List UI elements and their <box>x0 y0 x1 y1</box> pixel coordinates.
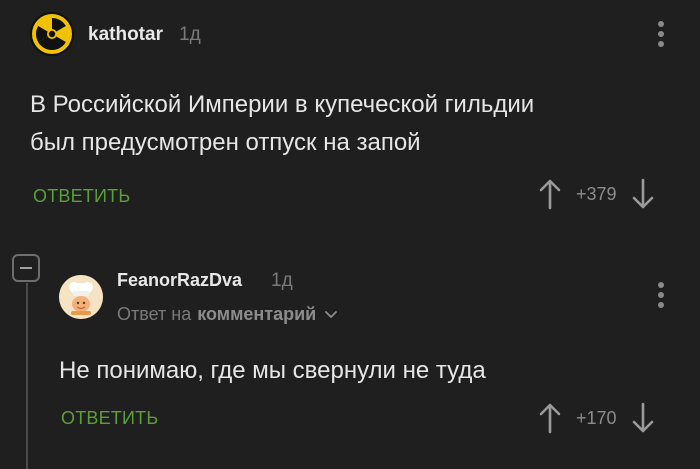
reply-to-link[interactable]: комментарий <box>197 304 316 325</box>
reply-button[interactable]: ОТВЕТИТЬ <box>61 408 158 429</box>
rating-value: +170 <box>576 407 617 428</box>
downvote-icon[interactable] <box>631 402 655 434</box>
comment-text-line: В Российской Империи в купеческой гильди… <box>30 91 535 118</box>
chef-avatar-icon[interactable] <box>59 275 103 319</box>
username[interactable]: FeanorRazDva <box>117 270 242 291</box>
username[interactable]: kathotar <box>88 24 163 46</box>
radiation-icon[interactable] <box>30 12 74 56</box>
timestamp: 1д <box>179 24 201 45</box>
downvote-icon[interactable] <box>631 178 655 210</box>
upvote-icon[interactable] <box>538 178 562 210</box>
rating-value: +379 <box>576 183 617 204</box>
timestamp: 1д <box>271 270 293 291</box>
comment-text-line: Не понимаю, где мы свернули не туда <box>59 357 486 384</box>
reply-to-prefix: Ответ на <box>117 304 192 324</box>
reply-button[interactable]: ОТВЕТИТЬ <box>33 186 130 207</box>
comment: kathotar 1д В Российской Империи в купеч… <box>0 0 700 240</box>
vote-block: +170 <box>538 402 655 434</box>
comment-text: В Российской Империи в купеческой гильди… <box>30 86 670 162</box>
comment-text: Не понимаю, где мы свернули не туда <box>59 352 679 390</box>
reply-to-line: Ответ на комментарий <box>117 304 338 325</box>
comment-text-line: был предусмотрен отпуск на запой <box>30 129 421 156</box>
more-options-icon[interactable] <box>657 21 665 51</box>
comment: FeanorRazDva 1д Ответ на комментарий Не … <box>0 240 700 469</box>
more-options-icon[interactable] <box>657 282 665 312</box>
chevron-down-icon[interactable] <box>324 304 338 325</box>
vote-block: +379 <box>538 178 655 210</box>
upvote-icon[interactable] <box>538 402 562 434</box>
